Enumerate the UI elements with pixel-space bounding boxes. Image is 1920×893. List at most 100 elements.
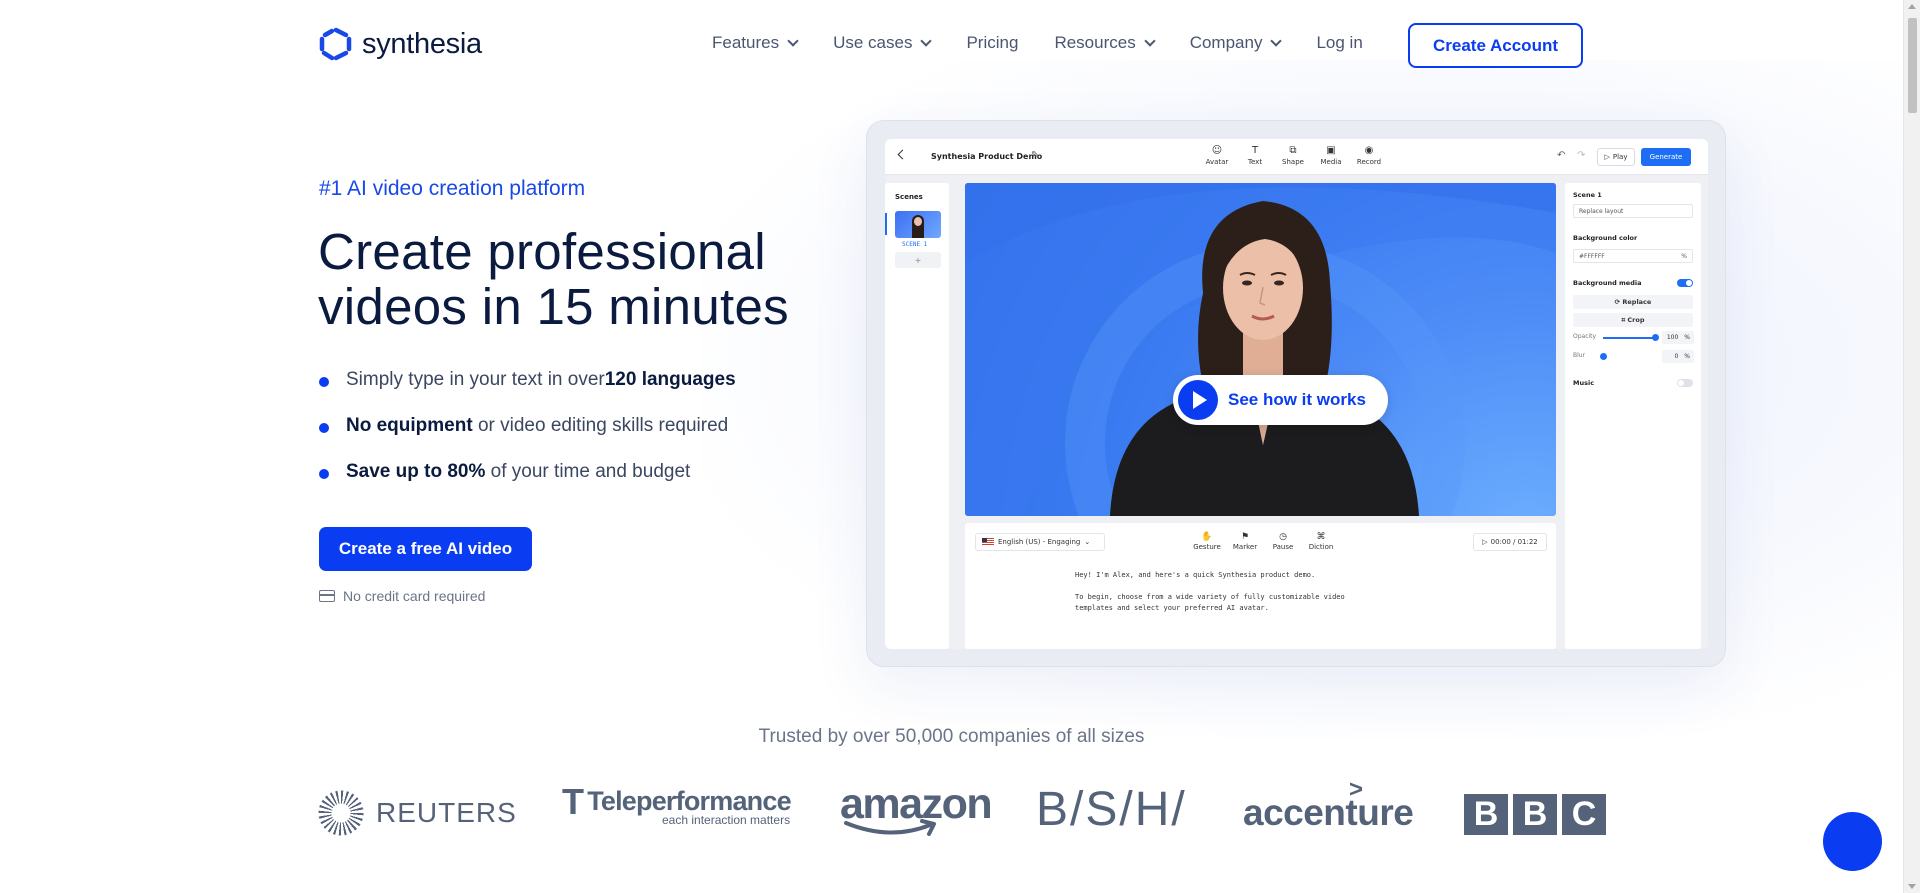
- clock-icon: ◷: [1279, 532, 1287, 542]
- nav-label: Company: [1189, 33, 1263, 52]
- bullet-dot-icon: [319, 423, 329, 433]
- crop-label: Crop: [1627, 316, 1645, 324]
- music-toggle: [1677, 379, 1693, 387]
- nav-log-in[interactable]: Log in: [1316, 33, 1362, 53]
- marker-icon: ⚑: [1240, 532, 1250, 542]
- refresh-icon: ⟳: [1614, 298, 1623, 306]
- script-line: To begin, choose from a wide variety of …: [1075, 593, 1345, 612]
- reuters-logo: REUTERS: [318, 790, 517, 836]
- chevron-down-icon: [787, 34, 799, 47]
- chevron-down-icon: [1144, 34, 1156, 47]
- slider-fill: [1603, 337, 1655, 339]
- video-preview[interactable]: See how it works: [965, 183, 1556, 516]
- nav-pricing[interactable]: Pricing: [966, 33, 1018, 53]
- nav-label: Resources: [1054, 33, 1136, 52]
- tool-label: Marker: [1232, 543, 1258, 551]
- replace-media-button: ⟳ Replace: [1573, 295, 1693, 309]
- bullet-text: of your time and budget: [485, 461, 691, 482]
- bg-color-title: Background color: [1573, 234, 1638, 242]
- amazon-smile-icon: [844, 819, 936, 836]
- scroll-down-arrow-icon[interactable]: [1908, 884, 1916, 889]
- play-icon: ▷: [1604, 153, 1610, 161]
- bg-color-input: #FFFFFF %: [1573, 249, 1693, 263]
- teleperformance-tagline: each interaction matters: [662, 813, 791, 827]
- tool-marker: ⚑ Marker: [1231, 531, 1259, 551]
- replace-label: Replace: [1622, 298, 1652, 306]
- tool-label: Pause: [1272, 543, 1294, 551]
- script-editor: English (US) - Engaging ⌄ ✋ Gesture ⚑ Mark…: [965, 523, 1556, 649]
- media-icon: ▣: [1326, 145, 1336, 156]
- scroll-up-arrow-icon[interactable]: [1908, 4, 1916, 9]
- blur-slider: [1600, 353, 1655, 360]
- avatar-icon: ☺: [1211, 145, 1223, 156]
- bullet-dot-icon: [319, 377, 329, 387]
- hero-bullet-list: Simply type in your text in over 120 lan…: [319, 357, 736, 495]
- bg-color-value: #FFFFFF: [1579, 252, 1605, 260]
- redo-icon: ↷: [1577, 150, 1586, 161]
- language-label: English (US) - Engaging: [998, 538, 1081, 546]
- slider-knob: [1600, 353, 1607, 360]
- opacity-number: 100: [1666, 334, 1679, 341]
- music-title: Music: [1573, 379, 1595, 387]
- customer-logos: REUTERS T Teleperformance each interacti…: [318, 776, 1608, 850]
- nav-resources[interactable]: Resources: [1054, 33, 1156, 53]
- blur-unit: %: [1684, 353, 1690, 360]
- blur-value: 0%: [1662, 350, 1694, 363]
- logo-text: synthesia: [362, 27, 482, 60]
- page-scrollbar[interactable]: [1903, 0, 1920, 893]
- hero-headline: Create professional videos in 15 minutes: [318, 223, 789, 335]
- script-text: Hey! I'm Alex, and here's a quick Synthe…: [1075, 570, 1375, 625]
- tool-label: Text: [1247, 158, 1263, 166]
- props-scene-title: Scene 1: [1573, 191, 1602, 199]
- diction-icon: ⌘: [1316, 532, 1326, 542]
- main-nav: Features Use cases Pricing Resources Com…: [712, 28, 1399, 58]
- teleperformance-t-icon: T: [562, 780, 584, 822]
- tool-label: Gesture: [1193, 543, 1221, 551]
- opacity-slider: [1603, 334, 1659, 341]
- bullet-bold: Save up to 80%: [346, 461, 486, 482]
- nav-company[interactable]: Company: [1189, 33, 1283, 53]
- no-credit-card-text: No credit card required: [343, 588, 486, 604]
- tool-text: T Text: [1243, 144, 1267, 166]
- slider-knob: [1652, 334, 1659, 341]
- chat-widget-button[interactable]: [1823, 812, 1882, 871]
- bbc-block: B: [1464, 794, 1508, 835]
- see-how-it-works-button[interactable]: See how it works: [1173, 375, 1388, 425]
- app-topbar: Synthesia Product Demo ✎ ☺ Avatar T Text ⧉…: [885, 139, 1708, 175]
- scrollbar-thumb[interactable]: [1908, 18, 1917, 113]
- script-line: Hey! I'm Alex, and here's a quick Synthe…: [1075, 571, 1316, 579]
- create-account-button[interactable]: Create Account: [1408, 23, 1583, 68]
- play-label: Play: [1612, 153, 1628, 161]
- nav-use-cases[interactable]: Use cases: [833, 33, 933, 53]
- tool-record: ◉ Record: [1357, 144, 1381, 166]
- reuters-dots-icon: [318, 790, 364, 836]
- opacity-label: Opacity: [1573, 333, 1597, 340]
- synthesia-logo[interactable]: synthesia: [318, 26, 482, 62]
- scene-thumbnail: [895, 211, 941, 238]
- tool-avatar: ☺ Avatar: [1205, 144, 1229, 166]
- language-select: English (US) - Engaging ⌄: [975, 533, 1105, 551]
- nav-label: Log in: [1316, 33, 1363, 52]
- nav-features[interactable]: Features: [712, 33, 799, 53]
- accenture-chevron-icon: >: [1349, 776, 1363, 803]
- tool-label: Media: [1320, 158, 1342, 166]
- scene-label: SCENE 1: [902, 241, 928, 248]
- trusted-by-text: Trusted by over 50,000 companies of all …: [758, 726, 1145, 747]
- teleperformance-logo: T Teleperformance each interaction matte…: [562, 780, 792, 827]
- app-generate-button: Generate: [1641, 148, 1691, 166]
- opacity-value: 100%: [1662, 331, 1694, 344]
- scenes-panel: Scenes SCENE 1 +: [885, 183, 949, 649]
- record-icon: ◉: [1364, 145, 1374, 156]
- accenture-logo: > accenture: [1243, 776, 1414, 834]
- text-icon: T: [1251, 145, 1259, 156]
- avatar-illustration: [965, 183, 1556, 516]
- replace-layout-select: Replace layout: [1573, 204, 1693, 218]
- bg-media-title: Background media: [1573, 279, 1642, 287]
- bsh-logo: B/S/H/: [1036, 783, 1187, 836]
- create-free-video-button[interactable]: Create a free AI video: [319, 527, 532, 571]
- bullet-text: or video editing skills required: [472, 415, 729, 436]
- avatar-thumbnail-face: [914, 217, 922, 226]
- amazon-logo: amazon: [840, 780, 993, 837]
- gesture-icon: ✋: [1201, 532, 1213, 542]
- project-title: Synthesia Product Demo: [931, 152, 1043, 161]
